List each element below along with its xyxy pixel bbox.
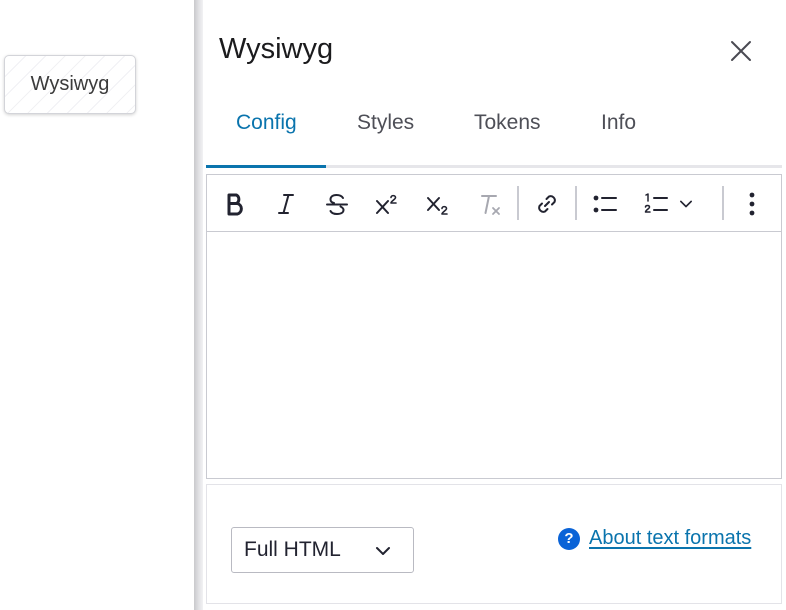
wysiwyg-component-chip[interactable]: Wysiwyg	[4, 55, 136, 114]
bulleted-list-button[interactable]	[589, 188, 621, 220]
about-text-formats-label: About text formats	[589, 527, 752, 549]
active-tab-indicator	[206, 165, 326, 168]
chevron-down-icon	[680, 200, 692, 208]
text-format-select[interactable]: Full HTML	[231, 527, 414, 573]
bold-button[interactable]	[219, 188, 251, 220]
tab-tokens[interactable]: Tokens	[474, 111, 541, 135]
tab-info[interactable]: Info	[601, 111, 636, 135]
text-format-bar: Full HTML ? About text formats	[206, 484, 782, 604]
wysiwyg-editor	[206, 174, 782, 479]
numbered-list-button[interactable]	[640, 188, 672, 220]
superscript-icon	[376, 194, 397, 214]
text-format-selected: Full HTML	[244, 538, 341, 561]
link-icon	[538, 195, 556, 213]
subscript-icon	[427, 197, 448, 215]
close-button[interactable]	[727, 37, 755, 65]
toolbar-separator	[575, 186, 577, 220]
toolbar-separator	[517, 186, 519, 220]
italic-icon	[278, 194, 294, 214]
canvas-area: Wysiwyg	[0, 0, 194, 610]
subscript-button[interactable]	[423, 188, 455, 220]
more-vertical-icon	[749, 192, 755, 216]
more-options-button[interactable]	[736, 188, 768, 220]
bold-icon	[227, 193, 243, 216]
tab-bar: Config Styles Tokens Info	[206, 100, 782, 168]
chevron-down-icon	[376, 547, 390, 555]
editor-toolbar	[207, 175, 781, 232]
help-icon: ?	[558, 527, 580, 550]
toolbar-separator	[722, 186, 724, 220]
close-icon	[731, 41, 751, 61]
panel-title: Wysiwyg	[219, 33, 334, 65]
superscript-button[interactable]	[372, 188, 404, 220]
bulleted-list-icon	[593, 195, 617, 213]
numbered-list-dropdown[interactable]	[674, 188, 698, 220]
settings-panel: Wysiwyg Config Styles Tokens Info Full H…	[203, 0, 786, 610]
tab-config[interactable]: Config	[236, 111, 297, 135]
about-text-formats-link[interactable]: ? About text formats	[558, 527, 751, 550]
remove-format-button[interactable]	[474, 188, 506, 220]
tab-styles[interactable]: Styles	[357, 111, 414, 135]
panel-divider[interactable]	[194, 0, 203, 610]
italic-button[interactable]	[270, 188, 302, 220]
link-button[interactable]	[531, 188, 563, 220]
strikethrough-icon	[326, 193, 348, 216]
editor-content-area[interactable]	[207, 232, 781, 478]
numbered-list-icon	[644, 193, 668, 213]
strikethrough-button[interactable]	[321, 188, 353, 220]
remove-format-icon	[481, 195, 500, 215]
